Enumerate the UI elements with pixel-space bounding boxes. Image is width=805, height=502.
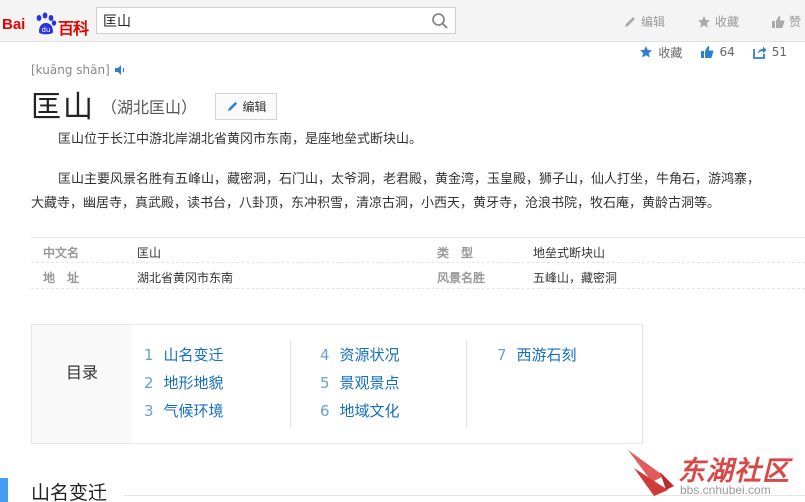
page-title: 匡山 <box>31 90 95 125</box>
info-row: 地 址 湖北省黄冈市东南 风景名胜 五峰山，藏密洞 <box>31 263 805 289</box>
info-value-chinese-name: 匡山 <box>137 246 162 260</box>
toc-item-6[interactable]: 6 地域文化 <box>320 400 400 421</box>
favorite-link-label: 收藏 <box>658 45 683 60</box>
share-row: 收藏 64 51 <box>621 43 805 61</box>
toc-item-number: 2 <box>144 374 154 392</box>
toc-item-text: 景观景点 <box>339 374 400 392</box>
edit-entry-label: 编辑 <box>242 99 267 114</box>
toc-divider <box>466 341 467 427</box>
paw-icon: du <box>36 12 57 35</box>
baidu-baike-logo[interactable]: Bai du 百科 <box>2 6 89 38</box>
toc-item-number: 5 <box>320 374 330 392</box>
summary-paragraph-1: 匡山位于长江中游北岸湖北省黄冈市东南，是座地垒式断块山。 <box>58 132 423 147</box>
info-value-type: 地垒式断块山 <box>533 246 606 260</box>
toc-item-5[interactable]: 5 景观景点 <box>320 372 400 393</box>
favorite-link[interactable]: 收藏 <box>639 44 682 61</box>
watermark-logo-icon <box>628 450 674 496</box>
like-count: 64 <box>719 45 735 59</box>
toc-item-text: 资源状况 <box>339 346 400 364</box>
watermark-url: bbs.cnhubei.com <box>680 483 771 497</box>
search-box <box>96 7 456 34</box>
logo-baike-text: 百科 <box>58 19 89 38</box>
thumbs-up-icon <box>701 46 714 58</box>
favorite-button[interactable]: 收藏 <box>697 13 739 30</box>
info-row: 中文名 匡山 类 型 地垒式断块山 <box>31 237 805 263</box>
toc-item-number: 1 <box>144 346 154 364</box>
summary-paragraph-2-line-1: 匡山主要风景名胜有五峰山，藏密洞，石门山，太爷洞，老君殿，黄金湾，玉皇殿，狮子山… <box>58 172 761 187</box>
watermark: 东湖社区 bbs.cnhubei.com <box>624 444 805 502</box>
section-marker <box>0 478 8 502</box>
table-of-contents: 目录 1 山名变迁 2 地形地貌 3 气候环境 4 资源状况 5 景观景点 6 地域文化 7… <box>31 324 643 444</box>
logo-bai-text: Bai <box>2 16 26 33</box>
toc-label: 目录 <box>66 363 99 382</box>
info-value-scenic-spots: 五峰山，藏密洞 <box>533 271 618 285</box>
edit-button[interactable]: 编辑 <box>623 13 665 30</box>
like-count-button[interactable]: 64 <box>700 45 735 59</box>
star-icon <box>698 15 710 27</box>
info-value-address: 湖北省黄冈市东南 <box>137 271 234 285</box>
page-subtitle: （湖北匡山） <box>101 98 198 117</box>
toc-sidebar: 目录 <box>32 325 132 443</box>
search-input[interactable] <box>103 11 423 31</box>
toc-item-number: 7 <box>497 346 507 364</box>
toc-item-text: 山名变迁 <box>163 346 224 364</box>
summary-paragraph-2-line-2: 大藏寺，幽居寺，真武殿，读书台，八卦顶，东冲积雪，清凉古洞，小西天，黄牙寺，沧浪… <box>31 196 721 211</box>
toc-item-text: 地域文化 <box>339 402 400 420</box>
info-key-chinese-name: 中文名 <box>43 246 80 260</box>
pinyin: [kuāng shān] <box>31 63 126 77</box>
thumbs-up-icon <box>772 15 785 28</box>
pencil-icon <box>625 16 635 27</box>
title-row: 匡山 （湖北匡山） 编辑 <box>31 82 278 126</box>
svg-text:du: du <box>42 26 51 34</box>
section-title: 山名变迁 <box>31 482 108 502</box>
pencil-icon <box>227 101 237 111</box>
toc-item-text: 气候环境 <box>163 402 224 420</box>
top-bar: Bai du 百科 编辑 收藏 赞 <box>0 0 805 42</box>
speaker-icon[interactable] <box>114 64 126 76</box>
info-key-scenic-spots: 风景名胜 <box>437 271 486 285</box>
share-icon <box>752 46 767 59</box>
toc-item-number: 6 <box>320 402 330 420</box>
toc-item-1[interactable]: 1 山名变迁 <box>144 344 224 365</box>
toc-item-text: 西游石刻 <box>516 346 577 364</box>
star-icon <box>640 46 653 58</box>
search-icon[interactable] <box>431 12 449 30</box>
toc-item-2[interactable]: 2 地形地貌 <box>144 372 224 393</box>
edit-label: 编辑 <box>641 15 666 29</box>
toc-item-3[interactable]: 3 气候环境 <box>144 400 224 421</box>
toc-item-4[interactable]: 4 资源状况 <box>320 344 400 365</box>
toc-item-text: 地形地貌 <box>163 374 224 392</box>
favorite-label: 收藏 <box>715 15 740 29</box>
toc-divider <box>290 341 291 427</box>
pinyin-text: [kuāng shān] <box>31 63 110 77</box>
toc-item-number: 3 <box>144 402 154 420</box>
toc-item-number: 4 <box>320 346 330 364</box>
basic-info-table: 中文名 匡山 类 型 地垒式断块山 地 址 湖北省黄冈市东南 风景名胜 五峰山，… <box>31 237 805 289</box>
toc-item-7[interactable]: 7 西游石刻 <box>497 344 577 365</box>
like-button[interactable]: 赞 <box>771 13 801 30</box>
info-key-address: 地 址 <box>43 271 80 285</box>
edit-entry-button[interactable]: 编辑 <box>215 92 278 120</box>
like-label: 赞 <box>789 15 802 29</box>
info-key-type: 类 型 <box>437 246 474 260</box>
share-count: 51 <box>771 45 787 59</box>
share-count-button[interactable]: 51 <box>752 45 787 59</box>
